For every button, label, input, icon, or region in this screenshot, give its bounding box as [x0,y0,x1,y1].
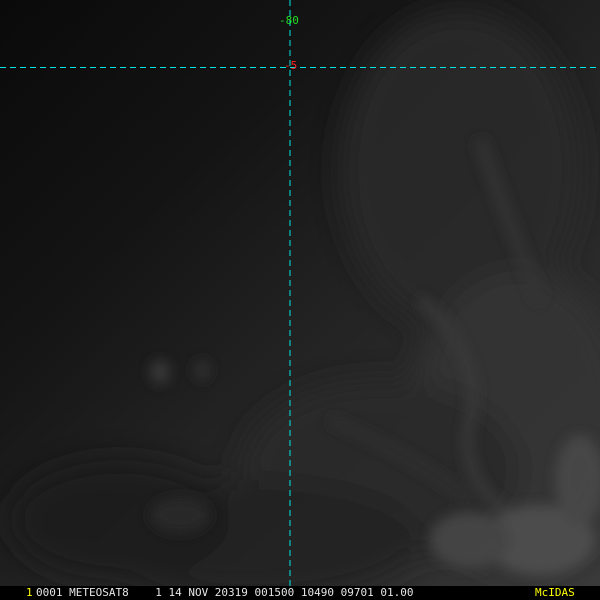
image-info-line: 0001 METEOSAT8 1 14 NOV 20319 001500 104… [36,586,414,599]
lat-lon-grid-overlay [0,0,600,586]
mcidas-status-bar: 1 0001 METEOSAT8 1 14 NOV 20319 001500 1… [0,586,600,600]
longitude-label: -80 [279,14,299,27]
satellite-viewport: -80 -5 [0,0,600,600]
frame-number: 1 [26,586,33,599]
latitude-label: -5 [284,59,298,72]
mcidas-brand-label: McIDAS [535,586,575,599]
